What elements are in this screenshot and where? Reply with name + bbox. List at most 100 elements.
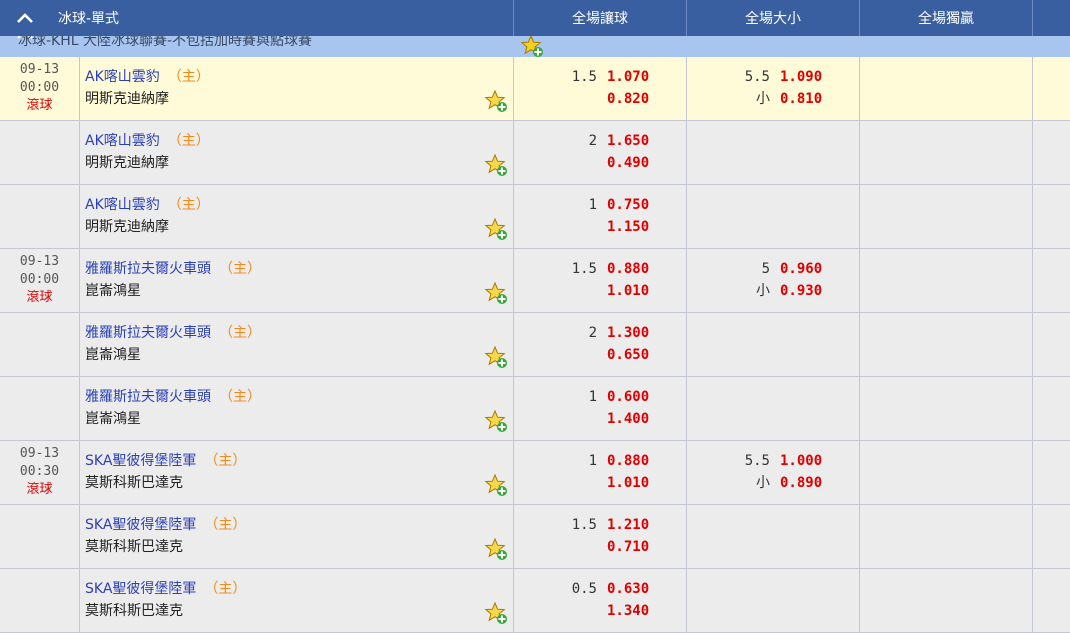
away-team[interactable]: 崑崙鴻星 bbox=[85, 280, 513, 302]
handicap-value: 1.5 bbox=[571, 517, 597, 533]
under-line[interactable]: 小 0.890 bbox=[687, 472, 859, 494]
under-odds[interactable]: 0.810 bbox=[780, 88, 822, 110]
over-under-cell bbox=[687, 121, 860, 184]
teams-cell: SKA聖彼得堡陸軍 （主） 莫斯科斯巴達克 bbox=[80, 569, 514, 632]
handicap-away-line[interactable]: 0.820 bbox=[514, 88, 686, 110]
under-line[interactable]: 小 0.930 bbox=[687, 280, 859, 302]
home-team[interactable]: 雅羅斯拉夫爾火車頭 （主） bbox=[85, 322, 513, 344]
match-time-cell: 09-13 00:00 滾球 bbox=[0, 249, 80, 312]
add-favorite-star-icon[interactable] bbox=[484, 153, 508, 177]
handicap-away-odds[interactable]: 0.710 bbox=[607, 536, 649, 558]
handicap-value: 1.5 bbox=[571, 69, 597, 85]
over-under-cell bbox=[687, 505, 860, 568]
away-team[interactable]: 莫斯科斯巴達克 bbox=[85, 472, 513, 494]
add-favorite-star-icon[interactable] bbox=[484, 281, 508, 305]
handicap-home-odds[interactable]: 1.070 bbox=[607, 66, 649, 88]
away-team[interactable]: 莫斯科斯巴達克 bbox=[85, 600, 513, 622]
handicap-away-odds[interactable]: 1.010 bbox=[607, 280, 649, 302]
add-favorite-star-icon[interactable] bbox=[484, 345, 508, 369]
handicap-home-odds[interactable]: 0.630 bbox=[607, 578, 649, 600]
handicap-away-line[interactable]: 1.400 bbox=[514, 408, 686, 430]
home-team[interactable]: 雅羅斯拉夫爾火車頭 （主） bbox=[85, 258, 513, 280]
home-team[interactable]: 雅羅斯拉夫爾火車頭 （主） bbox=[85, 386, 513, 408]
home-team[interactable]: SKA聖彼得堡陸軍 （主） bbox=[85, 578, 513, 600]
handicap-home-line[interactable]: 1.5 0.880 bbox=[514, 258, 686, 280]
home-team[interactable]: SKA聖彼得堡陸軍 （主） bbox=[85, 514, 513, 536]
extra-cell bbox=[1033, 121, 1070, 184]
away-team[interactable]: 明斯克迪納摩 bbox=[85, 152, 513, 174]
away-team[interactable]: 莫斯科斯巴達克 bbox=[85, 536, 513, 558]
away-team[interactable]: 崑崙鴻星 bbox=[85, 344, 513, 366]
match-time-cell bbox=[0, 121, 80, 184]
teams-cell: 雅羅斯拉夫爾火車頭 （主） 崑崙鴻星 bbox=[80, 313, 514, 376]
handicap-cell: 1.5 1.210 0.710 bbox=[514, 505, 687, 568]
under-line[interactable]: 小 0.810 bbox=[687, 88, 859, 110]
league-bar[interactable]: 冰球-KHL 大陸冰球聯賽-不包括加時賽與點球賽 bbox=[0, 36, 1070, 57]
handicap-home-odds[interactable]: 0.750 bbox=[607, 194, 649, 216]
home-team[interactable]: AK喀山雲豹 （主） bbox=[85, 130, 513, 152]
handicap-home-odds[interactable]: 0.880 bbox=[607, 450, 649, 472]
handicap-away-line[interactable]: 1.340 bbox=[514, 600, 686, 622]
match-time-cell: 09-13 00:30 滾球 bbox=[0, 441, 80, 504]
handicap-away-line[interactable]: 0.490 bbox=[514, 152, 686, 174]
handicap-away-odds[interactable]: 1.150 bbox=[607, 216, 649, 238]
handicap-away-odds[interactable]: 0.820 bbox=[607, 88, 649, 110]
handicap-home-line[interactable]: 1.5 1.070 bbox=[514, 66, 686, 88]
match-list: 09-13 00:00 滾球 AK喀山雲豹 （主） 明斯克迪納摩 1.5 1.070… bbox=[0, 57, 1070, 633]
home-team[interactable]: AK喀山雲豹 （主） bbox=[85, 66, 513, 88]
under-odds[interactable]: 0.930 bbox=[780, 280, 822, 302]
handicap-away-odds[interactable]: 1.340 bbox=[607, 600, 649, 622]
handicap-home-odds[interactable]: 1.650 bbox=[607, 130, 649, 152]
over-odds[interactable]: 0.960 bbox=[780, 258, 822, 280]
extra-cell bbox=[1033, 249, 1070, 312]
away-team[interactable]: 崑崙鴻星 bbox=[85, 408, 513, 430]
handicap-away-odds[interactable]: 0.650 bbox=[607, 344, 649, 366]
add-favorite-star-icon[interactable] bbox=[484, 537, 508, 561]
under-label: 小 bbox=[756, 283, 770, 299]
handicap-away-odds[interactable]: 1.400 bbox=[607, 408, 649, 430]
away-team[interactable]: 明斯克迪納摩 bbox=[85, 216, 513, 238]
total-value: 5.5 bbox=[744, 69, 770, 85]
handicap-home-odds[interactable]: 0.600 bbox=[607, 386, 649, 408]
under-odds[interactable]: 0.890 bbox=[780, 472, 822, 494]
over-line[interactable]: 5 0.960 bbox=[687, 258, 859, 280]
handicap-away-line[interactable]: 1.010 bbox=[514, 280, 686, 302]
add-favorite-star-icon[interactable] bbox=[484, 217, 508, 241]
over-odds[interactable]: 1.000 bbox=[780, 450, 822, 472]
home-team[interactable]: AK喀山雲豹 （主） bbox=[85, 194, 513, 216]
handicap-away-odds[interactable]: 0.490 bbox=[607, 152, 649, 174]
collapse-chevron-up-icon[interactable] bbox=[16, 0, 42, 36]
over-odds[interactable]: 1.090 bbox=[780, 66, 822, 88]
handicap-home-line[interactable]: 0.5 0.630 bbox=[514, 578, 686, 600]
handicap-home-line[interactable]: 1 0.880 bbox=[514, 450, 686, 472]
handicap-home-line[interactable]: 1 0.750 bbox=[514, 194, 686, 216]
home-team-name: AK喀山雲豹 bbox=[85, 197, 160, 213]
column-header-extra bbox=[1033, 0, 1070, 36]
handicap-home-odds[interactable]: 0.880 bbox=[607, 258, 649, 280]
handicap-home-line[interactable]: 2 1.650 bbox=[514, 130, 686, 152]
handicap-home-line[interactable]: 1 0.600 bbox=[514, 386, 686, 408]
league-favorite-star-icon[interactable] bbox=[520, 36, 544, 57]
home-team[interactable]: SKA聖彼得堡陸軍 （主） bbox=[85, 450, 513, 472]
handicap-away-line[interactable]: 1.150 bbox=[514, 216, 686, 238]
add-favorite-star-icon[interactable] bbox=[484, 601, 508, 625]
handicap-home-line[interactable]: 2 1.300 bbox=[514, 322, 686, 344]
handicap-away-odds[interactable]: 1.010 bbox=[607, 472, 649, 494]
extra-cell bbox=[1033, 505, 1070, 568]
moneyline-cell bbox=[860, 249, 1033, 312]
extra-cell bbox=[1033, 57, 1070, 120]
handicap-away-line[interactable]: 0.650 bbox=[514, 344, 686, 366]
handicap-away-line[interactable]: 0.710 bbox=[514, 536, 686, 558]
away-team[interactable]: 明斯克迪納摩 bbox=[85, 88, 513, 110]
home-tag: （主） bbox=[219, 325, 261, 341]
handicap-home-odds[interactable]: 1.210 bbox=[607, 514, 649, 536]
handicap-home-line[interactable]: 1.5 1.210 bbox=[514, 514, 686, 536]
over-line[interactable]: 5.5 1.000 bbox=[687, 450, 859, 472]
add-favorite-star-icon[interactable] bbox=[484, 89, 508, 113]
handicap-home-odds[interactable]: 1.300 bbox=[607, 322, 649, 344]
handicap-cell: 1.5 1.070 0.820 bbox=[514, 57, 687, 120]
over-line[interactable]: 5.5 1.090 bbox=[687, 66, 859, 88]
add-favorite-star-icon[interactable] bbox=[484, 409, 508, 433]
handicap-away-line[interactable]: 1.010 bbox=[514, 472, 686, 494]
add-favorite-star-icon[interactable] bbox=[484, 473, 508, 497]
